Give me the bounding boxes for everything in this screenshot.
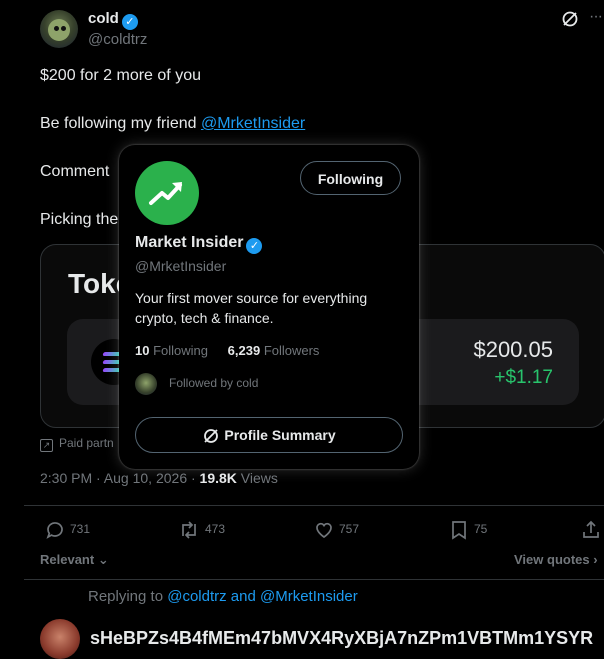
avatar-face — [48, 19, 70, 41]
following-label: Following — [153, 343, 209, 358]
tweet-timestamp[interactable]: 2:30 PM · Aug 10, 2026 · — [40, 470, 200, 486]
reply-count: 731 — [70, 522, 91, 536]
views-label: Views — [236, 470, 278, 486]
replying-prefix: Replying to — [88, 588, 168, 605]
chevron-right-icon: › — [589, 552, 598, 567]
mention-link[interactable]: @MrketInsider — [201, 115, 305, 132]
author-handle[interactable]: @coldtrz — [88, 31, 147, 48]
paid-partnership-label: ↗ Paid partn — [40, 436, 114, 452]
profile-summary-button[interactable]: Profile Summary — [135, 417, 403, 453]
sort-label: Relevant — [40, 552, 95, 567]
reply-avatar[interactable] — [40, 619, 80, 659]
repost-button[interactable]: 473 — [177, 518, 225, 540]
replying-to-handles[interactable]: @coldtrz and @MrketInsider — [167, 588, 358, 605]
tweet-line-3: Comment — [40, 163, 110, 180]
followers-count: 6,239 — [227, 343, 261, 358]
bookmark-icon — [452, 520, 466, 540]
author-avatar[interactable] — [40, 10, 78, 48]
reply-text: sHeBPZs4B4fMEm47bMVX4RyXBjA7nZPm1VBTMm1Y… — [90, 628, 594, 648]
author-name-row[interactable]: cold ✓ — [88, 10, 138, 30]
following-count: 10 — [135, 343, 150, 358]
tweet-line-2-text: Be following my friend — [40, 115, 201, 132]
share-button[interactable] — [581, 518, 604, 540]
sort-dropdown[interactable]: Relevant ⌄ — [40, 552, 109, 568]
followed-by[interactable]: Followed by cold — [135, 373, 258, 395]
verified-badge-icon: ✓ — [121, 14, 138, 30]
grok-icon — [204, 429, 219, 444]
divider — [24, 505, 604, 506]
view-quotes-label: View quotes — [514, 552, 590, 567]
chevron-down-icon: ⌄ — [94, 552, 109, 567]
followers-label: Followers — [263, 343, 320, 358]
tweet-line-4: Picking the — [40, 211, 119, 228]
popover-name-row[interactable]: Market Insider ✓ — [135, 234, 263, 254]
chart-trend-icon — [149, 182, 182, 205]
like-icon — [316, 522, 332, 538]
popover-stats: 10 Following 6,239 Followers — [135, 343, 319, 358]
profile-hover-card: Following Market Insider ✓ @MrketInsider … — [119, 145, 419, 469]
followers-stat[interactable]: 6,239 Followers — [228, 343, 320, 358]
popover-handle[interactable]: @MrketInsider — [135, 258, 226, 274]
card-change: +$1.17 — [494, 367, 553, 388]
popover-name[interactable]: Market Insider — [135, 234, 243, 251]
reply-button[interactable]: 731 — [44, 518, 90, 540]
market-insider-logo[interactable] — [135, 161, 199, 225]
reply-icon — [46, 521, 63, 539]
following-stat[interactable]: 10 Following — [135, 343, 208, 358]
tweet-line-1: $200 for 2 more of you — [40, 67, 201, 84]
repost-count: 473 — [205, 522, 226, 536]
repost-icon — [182, 521, 196, 539]
followed-by-avatar — [135, 373, 157, 395]
avatar-eye-right — [61, 26, 66, 31]
tweet-meta: 2:30 PM · Aug 10, 2026 · 19.8K Views — [40, 470, 278, 486]
divider — [24, 579, 604, 580]
paid-partnership-icon: ↗ — [40, 439, 53, 452]
author-name[interactable]: cold — [88, 10, 119, 27]
like-button[interactable]: 757 — [313, 518, 359, 540]
replying-to: Replying to @coldtrz and @MrketInsider — [88, 588, 358, 605]
tweet-line-2: Be following my friend @MrketInsider — [40, 115, 305, 133]
paid-partnership-text: Paid partn — [59, 436, 114, 450]
following-button[interactable]: Following — [300, 161, 401, 195]
more-icon[interactable]: ··· — [589, 8, 603, 26]
verified-badge-icon: ✓ — [246, 238, 263, 254]
grok-icon[interactable] — [561, 10, 579, 28]
card-amount: $200.05 — [473, 337, 553, 362]
views-count: 19.8K — [199, 470, 237, 486]
followed-by-text: Followed by cold — [169, 376, 259, 391]
profile-summary-label: Profile Summary — [224, 427, 336, 443]
like-count: 757 — [339, 522, 360, 536]
bookmark-button[interactable]: 75 — [448, 518, 487, 540]
popover-bio: Your first mover source for everything c… — [135, 290, 368, 326]
bookmark-count: 75 — [474, 522, 488, 536]
avatar-eye-left — [54, 26, 59, 31]
share-icon — [583, 520, 599, 538]
view-quotes-link[interactable]: View quotes › — [514, 552, 598, 567]
